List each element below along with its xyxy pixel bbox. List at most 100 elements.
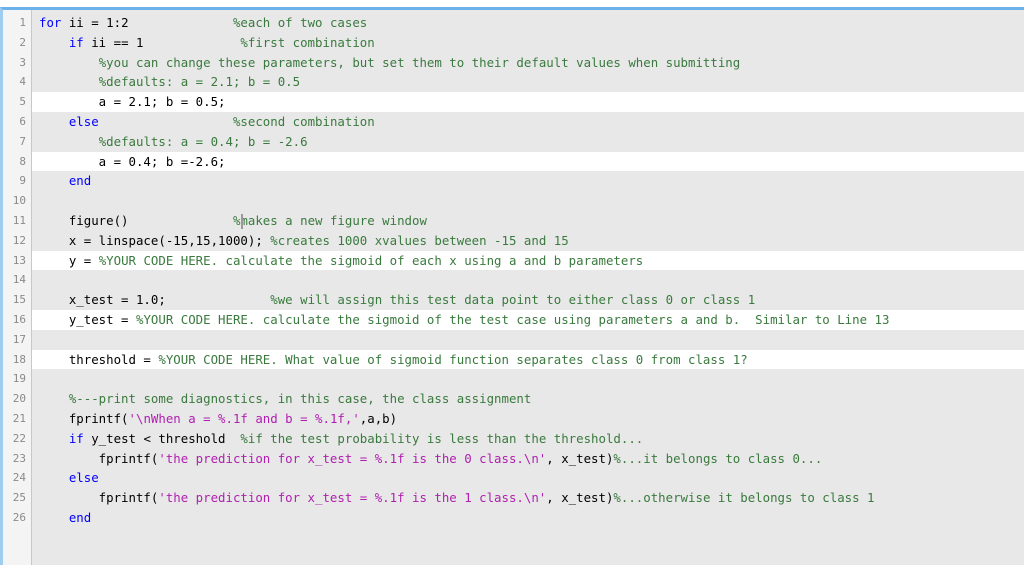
code-token-cm: %---print some diagnostics, in this case…: [68, 391, 532, 407]
code-token-cm: %YOUR CODE HERE. calculate the sigmoid o…: [98, 252, 644, 268]
code-token-str: 'the prediction for x_test = %.1f is the…: [158, 490, 547, 506]
code-line[interactable]: x = linspace(-15,15,1000); %creates 1000…: [32, 230, 1024, 251]
line-number-gutter[interactable]: 1 2 3 4 5 6 7 8 9 10 11 12 13 14 15 16 17 18 19 20 21 22 23 24 2…: [3, 10, 32, 565]
code-line[interactable]: for ii = 1:2 %each of two cases: [32, 13, 1024, 33]
code-line[interactable]: end: [32, 171, 1024, 192]
code-line[interactable]: [32, 191, 1024, 211]
code-token-pl: ii = 1:2: [61, 15, 233, 30]
code-line[interactable]: [32, 329, 1024, 350]
code-token-pl: , x_test): [546, 450, 614, 466]
code-line[interactable]: a = 0.4; b =-2.6;: [32, 151, 1024, 172]
code-token-cm: %makes a new figure window: [232, 212, 427, 228]
line-number[interactable]: 11: [3, 211, 31, 231]
code-token-pl: figure(): [39, 212, 233, 228]
code-token-cm: %...it belongs to class 0...: [613, 450, 823, 466]
code-token-pl: ii == 1: [83, 34, 241, 50]
line-number[interactable]: 3: [3, 53, 31, 73]
code-line[interactable]: if ii == 1 %first combination: [32, 32, 1024, 53]
window-top-margin: [0, 0, 1024, 7]
line-number[interactable]: 22: [3, 429, 31, 449]
code-line[interactable]: figure() %makes a new figure window: [32, 210, 1024, 231]
code-line[interactable]: threshold = %YOUR CODE HERE. What value …: [32, 349, 1024, 370]
code-editor-window: 1 2 3 4 5 6 7 8 9 10 11 12 13 14 15 16 17 18 19 20 21 22 23 24 2…: [0, 0, 1024, 565]
code-token-pl: fprintf(: [39, 490, 159, 506]
code-line[interactable]: fprintf('\nWhen a = %.1f and b = %.1f,',…: [32, 408, 1024, 429]
code-line[interactable]: a = 2.1; b = 0.5;: [32, 92, 1024, 112]
line-number[interactable]: 6: [3, 112, 31, 132]
line-number[interactable]: 26: [3, 508, 31, 528]
line-number[interactable]: 21: [3, 409, 31, 429]
code-line[interactable]: %defaults: a = 2.1; b = 0.5: [32, 72, 1024, 93]
code-line[interactable]: y = %YOUR CODE HERE. calculate the sigmo…: [32, 250, 1024, 271]
code-line[interactable]: %---print some diagnostics, in this case…: [32, 389, 1024, 409]
code-line[interactable]: end: [32, 507, 1024, 528]
line-number[interactable]: 13: [3, 251, 31, 271]
line-number[interactable]: 9: [3, 171, 31, 191]
code-token-pl: fprintf(: [39, 410, 129, 426]
code-line[interactable]: else: [32, 468, 1024, 489]
code-line[interactable]: x_test = 1.0; %we will assign this test …: [32, 290, 1024, 310]
line-number[interactable]: 4: [3, 72, 31, 92]
line-number[interactable]: 10: [3, 191, 31, 211]
code-surface[interactable]: for ii = 1:2 %each of two cases if ii ==…: [32, 10, 1024, 565]
code-token-cm: %each of two cases: [232, 15, 368, 30]
line-number[interactable]: 16: [3, 310, 31, 330]
code-token-cm: %YOUR CODE HERE. What value of sigmoid f…: [158, 351, 748, 367]
code-token-pl: a = 2.1; b = 0.5;: [39, 94, 226, 110]
code-line[interactable]: fprintf('the prediction for x_test = %.1…: [32, 448, 1024, 469]
line-number[interactable]: 2: [3, 33, 31, 53]
code-token-kw: end: [68, 509, 92, 525]
code-token-kw: else: [68, 470, 99, 486]
code-line[interactable]: fprintf('the prediction for x_test = %.1…: [32, 488, 1024, 508]
line-number[interactable]: 12: [3, 231, 31, 251]
editor-frame: 1 2 3 4 5 6 7 8 9 10 11 12 13 14 15 16 17 18 19 20 21 22 23 24 2…: [0, 7, 1024, 565]
line-number[interactable]: 5: [3, 92, 31, 112]
code-token-cm: %...otherwise it belongs to class 1: [613, 490, 875, 506]
code-token-cm: %you can change these parameters, but se…: [98, 54, 741, 70]
line-number[interactable]: 8: [3, 152, 31, 172]
line-number[interactable]: 7: [3, 132, 31, 152]
code-token-pl: y_test =: [39, 311, 136, 327]
code-token-cm: %defaults: a = 2.1; b = 0.5: [98, 74, 301, 90]
code-token-cm: %YOUR CODE HERE. calculate the sigmoid o…: [135, 311, 890, 327]
code-line[interactable]: [32, 369, 1024, 390]
code-line[interactable]: %defaults: a = 0.4; b = -2.6: [32, 131, 1024, 152]
code-token-pl: fprintf(: [39, 450, 159, 466]
code-token-pl: a = 0.4; b =-2.6;: [39, 153, 226, 169]
code-token-kw: else: [68, 113, 99, 129]
code-line[interactable]: %you can change these parameters, but se…: [32, 52, 1024, 73]
line-number[interactable]: 19: [3, 369, 31, 389]
line-number[interactable]: 25: [3, 488, 31, 508]
line-number[interactable]: 23: [3, 449, 31, 469]
line-number[interactable]: 17: [3, 330, 31, 350]
line-number[interactable]: 15: [3, 290, 31, 310]
code-token-pl: , x_test): [546, 490, 614, 506]
line-number[interactable]: 1: [3, 13, 31, 33]
code-token-str: '\nWhen a = %.1f and b = %.1f,': [128, 410, 360, 426]
code-line[interactable]: [32, 270, 1024, 291]
line-number[interactable]: 20: [3, 389, 31, 409]
line-number[interactable]: 14: [3, 270, 31, 290]
code-token-pl: x = linspace(-15,15,1000);: [39, 232, 271, 248]
code-token-cm: %second combination: [232, 113, 375, 129]
line-number[interactable]: 18: [3, 350, 31, 370]
code-token-pl: threshold =: [39, 351, 159, 367]
code-line[interactable]: y_test = %YOUR CODE HERE. calculate the …: [32, 309, 1024, 330]
code-token-cm: %creates 1000 xvalues between -15 and 15: [270, 232, 569, 248]
code-token-pl: ,a,b): [359, 410, 398, 426]
code-token-cm: %first combination: [240, 34, 375, 50]
code-line[interactable]: if y_test < threshold %if the test proba…: [32, 428, 1024, 449]
code-token-kw: for: [39, 15, 62, 30]
code-line[interactable]: else %second combination: [32, 111, 1024, 132]
line-number[interactable]: 24: [3, 468, 31, 488]
code-token-cm: %if the test probability is less than th…: [240, 430, 644, 446]
code-token-pl: y_test < threshold: [83, 430, 241, 446]
